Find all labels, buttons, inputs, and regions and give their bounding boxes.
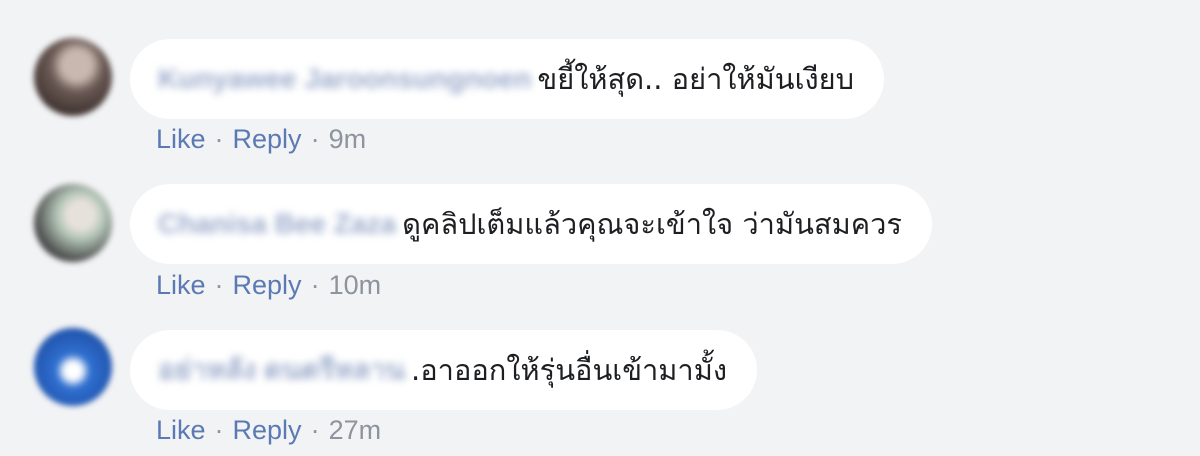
comment-author[interactable]: Chanisa Bee Zaza xyxy=(158,208,396,240)
separator: · xyxy=(214,270,224,300)
comment-text: ดูคลิปเต็มแล้วคุณจะเข้าใจ ว่ามันสมควร xyxy=(402,207,902,241)
separator: · xyxy=(310,415,320,445)
comment-timestamp[interactable]: 27m xyxy=(329,415,382,446)
like-button[interactable]: Like xyxy=(156,415,206,446)
separator: · xyxy=(214,415,224,445)
comment-bubble: อย่าหลัง ดนตรีหลาน .อาออกให้รุ่นอื่นเข้า… xyxy=(130,330,757,410)
avatar[interactable] xyxy=(34,328,112,406)
comment-text: .อาออกให้รุ่นอื่นเข้ามามั้ง xyxy=(411,353,727,387)
comment-item: อย่าหลัง ดนตรีหลาน .อาออกให้รุ่นอื่นเข้า… xyxy=(0,0,1200,445)
like-button[interactable]: Like xyxy=(156,270,206,301)
reply-button[interactable]: Reply xyxy=(233,415,302,446)
comment-bubble: Chanisa Bee Zaza ดูคลิปเต็มแล้วคุณจะเข้า… xyxy=(130,184,932,264)
comment-actions: Like · Reply · 10m xyxy=(156,270,381,301)
avatar[interactable] xyxy=(34,184,112,262)
comment-author[interactable]: อย่าหลัง ดนตรีหลาน xyxy=(158,348,405,392)
reply-button[interactable]: Reply xyxy=(233,270,302,301)
comment-actions: Like · Reply · 27m xyxy=(156,415,381,446)
comment-timestamp[interactable]: 10m xyxy=(329,270,382,301)
separator: · xyxy=(310,270,320,300)
